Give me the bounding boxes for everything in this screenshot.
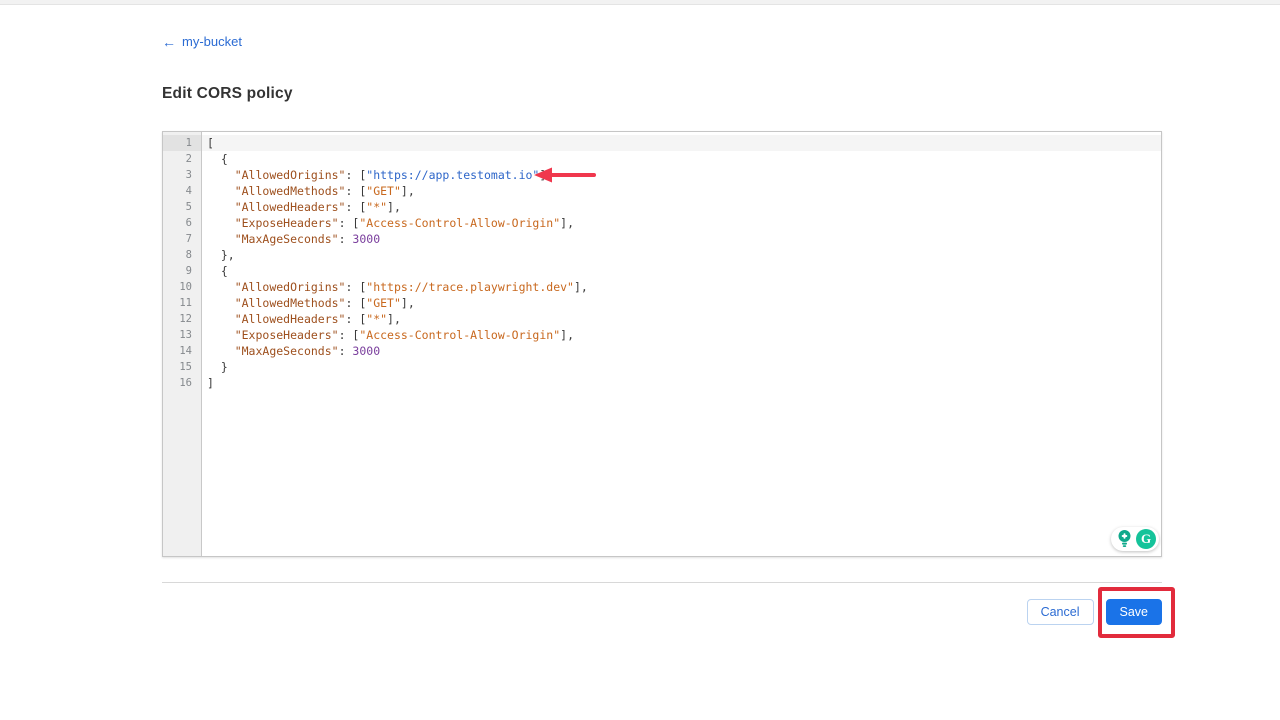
- annotation-arrow-icon: [534, 166, 596, 184]
- line-number: 3: [163, 167, 201, 183]
- line-number: 9: [163, 263, 201, 279]
- code-line: "AllowedMethods": ["GET"],: [202, 183, 1161, 199]
- lightbulb-icon[interactable]: [1116, 529, 1133, 548]
- code-line: ]: [202, 375, 1161, 391]
- footer-actions: Cancel Save: [162, 599, 1162, 625]
- line-number: 14: [163, 343, 201, 359]
- code-line: {: [202, 151, 1161, 167]
- edit-cors-page: ← my-bucket Edit CORS policy 12345678910…: [162, 5, 1162, 625]
- line-number: 1: [163, 135, 201, 151]
- save-button-wrap: Save: [1106, 599, 1163, 625]
- back-link-my-bucket[interactable]: ← my-bucket: [162, 34, 242, 49]
- code-line: "AllowedHeaders": ["*"],: [202, 199, 1161, 215]
- code-line: "ExposeHeaders": ["Access-Control-Allow-…: [202, 215, 1161, 231]
- editor-code[interactable]: [ { "AllowedOrigins": ["https://app.test…: [202, 132, 1161, 556]
- line-number: 5: [163, 199, 201, 215]
- line-number: 11: [163, 295, 201, 311]
- grammarly-overlay[interactable]: G: [1111, 527, 1159, 551]
- code-line: "AllowedMethods": ["GET"],: [202, 295, 1161, 311]
- line-number: 15: [163, 359, 201, 375]
- code-line: "ExposeHeaders": ["Access-Control-Allow-…: [202, 327, 1161, 343]
- line-number: 10: [163, 279, 201, 295]
- line-number: 16: [163, 375, 201, 391]
- cancel-button[interactable]: Cancel: [1027, 599, 1094, 625]
- code-line: "AllowedHeaders": ["*"],: [202, 311, 1161, 327]
- code-line: }: [202, 359, 1161, 375]
- back-arrow-icon: ←: [162, 35, 176, 49]
- code-line: {: [202, 263, 1161, 279]
- line-number: 2: [163, 151, 201, 167]
- line-number: 6: [163, 215, 201, 231]
- footer-divider: [162, 582, 1162, 583]
- grammarly-icon[interactable]: G: [1136, 529, 1156, 549]
- code-line: "AllowedOrigins": ["https://app.testomat…: [202, 167, 1161, 183]
- cors-policy-editor[interactable]: 12345678910111213141516 [ { "AllowedOrig…: [162, 131, 1162, 557]
- code-line: },: [202, 247, 1161, 263]
- line-number: 12: [163, 311, 201, 327]
- line-number: 13: [163, 327, 201, 343]
- code-line: "MaxAgeSeconds": 3000: [202, 343, 1161, 359]
- line-number: 7: [163, 231, 201, 247]
- line-number: 4: [163, 183, 201, 199]
- line-number: 8: [163, 247, 201, 263]
- page-title: Edit CORS policy: [162, 85, 1162, 103]
- code-line: "MaxAgeSeconds": 3000: [202, 231, 1161, 247]
- code-line: [: [202, 135, 1161, 151]
- code-line: "AllowedOrigins": ["https://trace.playwr…: [202, 279, 1161, 295]
- save-button[interactable]: Save: [1106, 599, 1163, 625]
- editor-gutter: 12345678910111213141516: [163, 132, 202, 556]
- back-link-label: my-bucket: [182, 34, 242, 49]
